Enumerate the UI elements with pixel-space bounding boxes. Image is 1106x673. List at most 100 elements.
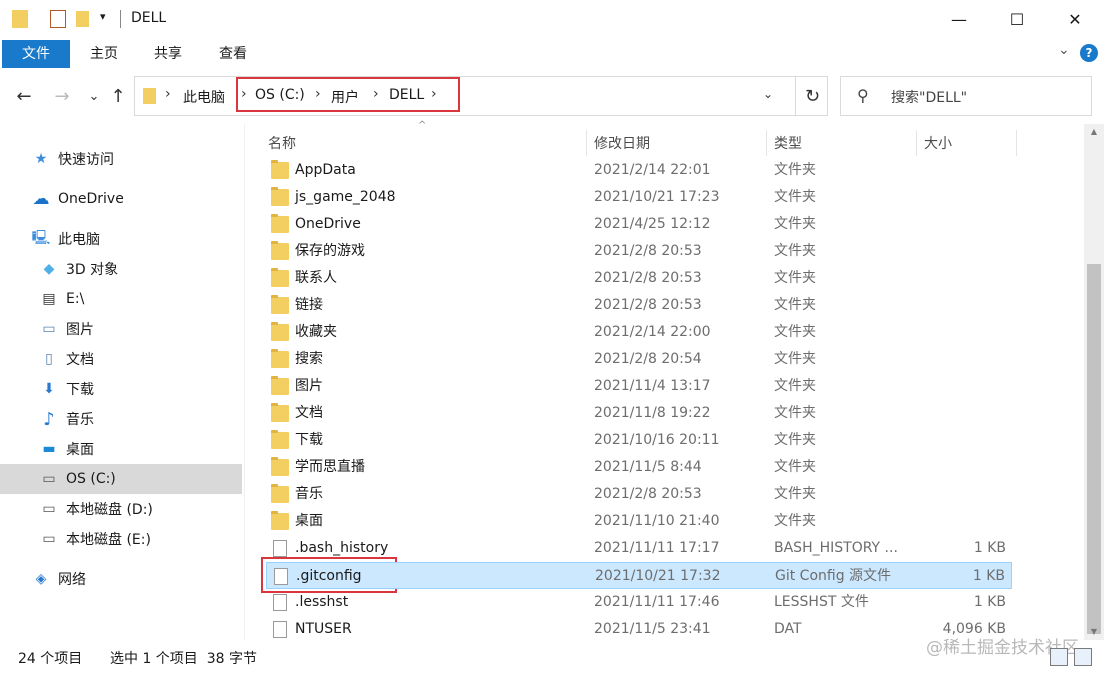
back-button[interactable]: ← [10,82,38,110]
file-size: 1 KB [972,568,1005,584]
sidebar-item-os-c[interactable]: ▭ OS (C:) [0,464,242,494]
scrollbar-thumb[interactable] [1087,264,1101,634]
sidebar-item-label: OS (C:) [66,471,116,487]
folder-icon [271,241,289,260]
cube-icon: ◆ [43,261,55,277]
table-row[interactable]: .gitconfig 2021/10/21 17:32 Git Config 源文件… [266,562,1012,589]
table-row[interactable]: 桌面 2021/11/10 21:40 文件夹 [266,508,1012,535]
file-type: 文件夹 [774,486,816,502]
tab-share[interactable]: 共享 [148,40,188,68]
sidebar-item-label: 图片 [66,322,94,338]
details-view-icon[interactable] [1050,648,1068,666]
table-row[interactable]: .bash_history 2021/11/11 17:17 BASH_HISTOR… [266,535,1012,562]
column-separator[interactable] [766,130,767,156]
sidebar-item-quick-access[interactable]: ★ 快速访问 [0,144,242,174]
column-header-type[interactable]: 类型 [774,128,914,160]
table-row[interactable]: 学而思直播 2021/11/5 8:44 文件夹 [266,454,1012,481]
sidebar-item-downloads[interactable]: ⬇ 下载 [0,374,242,404]
table-row[interactable]: 搜索 2021/2/8 20:54 文件夹 [266,346,1012,373]
tab-home[interactable]: 主页 [84,40,124,68]
search-input[interactable]: ⚲ 搜索"DELL" [840,76,1092,116]
close-button[interactable]: ✕ [1046,0,1104,38]
sidebar-item-drive-d[interactable]: ▭ 本地磁盘 (D:) [0,494,242,524]
minimize-button[interactable]: — [930,0,988,38]
file-type: 文件夹 [774,378,816,394]
properties-icon[interactable] [50,10,66,28]
table-row[interactable]: 音乐 2021/2/8 20:53 文件夹 [266,481,1012,508]
table-row[interactable]: AppData 2021/2/14 22:01 文件夹 [266,157,1012,184]
address-dropdown-icon[interactable]: ⌄ [763,87,773,101]
file-date: 2021/11/5 23:41 [594,621,711,637]
table-row[interactable]: 收藏夹 2021/2/14 22:00 文件夹 [266,319,1012,346]
sidebar-item-music[interactable]: ♪ 音乐 [0,404,242,434]
sidebar-item-network[interactable]: ◈ 网络 [0,564,242,594]
documents-icon: ▯ [45,351,53,367]
file-type: BASH_HISTORY ... [774,540,898,556]
up-button[interactable]: ↑ [104,82,132,110]
breadcrumb-this-pc[interactable]: 此电脑 [183,87,225,107]
column-separator[interactable] [916,130,917,156]
sidebar-item-documents[interactable]: ▯ 文档 [0,344,242,374]
file-size: 1 KB [973,540,1006,556]
table-row[interactable]: .lesshst 2021/11/11 17:46 LESSHST 文件 1 KB [266,589,1012,616]
column-header-name[interactable]: 名称 [268,128,586,160]
table-row[interactable]: 保存的游戏 2021/2/8 20:53 文件夹 [266,238,1012,265]
file-date: 2021/11/10 21:40 [594,513,720,529]
column-header-size[interactable]: 大小 [924,128,1014,160]
scroll-down-arrow[interactable]: ▼ [1084,624,1104,640]
drive-e-icon: ▤ [42,291,56,307]
large-icons-view-icon[interactable] [1074,648,1092,666]
sidebar-item-pictures[interactable]: ▭ 图片 [0,314,242,344]
music-icon: ♪ [43,408,55,430]
column-header-date[interactable]: 修改日期 [594,128,764,160]
file-type: Git Config 源文件 [775,568,892,584]
drive-c-icon: ▭ [42,471,56,487]
sidebar-item-drive-e[interactable]: ▭ 本地磁盘 (E:) [0,524,242,554]
column-separator[interactable] [586,130,587,156]
folder-icon [271,214,289,233]
sidebar-item-label: 本地磁盘 (D:) [66,502,153,518]
breadcrumb-separator[interactable]: › [165,86,171,102]
file-name: 音乐 [295,486,323,502]
vertical-scrollbar[interactable]: ▲ ▼ [1084,124,1104,640]
forward-button[interactable]: → [48,82,76,110]
sidebar-item-onedrive[interactable]: ☁ OneDrive [0,184,242,214]
new-folder-icon[interactable] [76,11,89,27]
tab-file[interactable]: 文件 [2,40,70,68]
ribbon-expand-icon[interactable]: ⌄ [1058,42,1070,58]
sidebar-item-label: 快速访问 [58,152,114,168]
sidebar-item-label: 下载 [66,382,94,398]
table-row[interactable]: 下载 2021/10/16 20:11 文件夹 [266,427,1012,454]
folder-icon [271,403,289,422]
tab-view[interactable]: 查看 [213,40,253,68]
sidebar-item-desktop[interactable]: ▬ 桌面 [0,434,242,464]
table-row[interactable]: NTUSER 2021/11/5 23:41 DAT 4,096 KB [266,616,1012,643]
file-name: OneDrive [295,216,361,232]
table-row[interactable]: 联系人 2021/2/8 20:53 文件夹 [266,265,1012,292]
quick-access-dropdown[interactable]: ▾ [100,10,106,32]
table-row[interactable]: 文档 2021/11/8 19:22 文件夹 [266,400,1012,427]
folder-icon [271,295,289,314]
file-date: 2021/11/8 19:22 [594,405,711,421]
folder-icon [271,160,289,179]
help-icon[interactable]: ? [1080,44,1098,62]
file-size: 1 KB [973,594,1006,610]
folder-icon [271,430,289,449]
sidebar-item-3d-objects[interactable]: ◆ 3D 对象 [0,254,242,284]
file-date: 2021/10/16 20:11 [594,432,720,448]
folder-icon [271,457,289,476]
sidebar-item-drive-e-media[interactable]: ▤ E:\ [0,284,242,314]
file-name: .lesshst [295,594,349,610]
table-row[interactable]: OneDrive 2021/4/25 12:12 文件夹 [266,211,1012,238]
file-date: 2021/11/4 13:17 [594,378,711,394]
table-row[interactable]: js_game_2048 2021/10/21 17:23 文件夹 [266,184,1012,211]
table-row[interactable]: 图片 2021/11/4 13:17 文件夹 [266,373,1012,400]
refresh-button[interactable]: ↻ [795,77,829,115]
maximize-button[interactable]: ☐ [988,0,1046,38]
table-row[interactable]: 链接 2021/2/8 20:53 文件夹 [266,292,1012,319]
scroll-up-arrow[interactable]: ▲ [1084,124,1104,140]
sidebar-item-this-pc[interactable]: 🖳 此电脑 [0,224,242,254]
file-date: 2021/2/8 20:53 [594,486,702,502]
address-row: ← → ⌄ ↑ › 此电脑 › OS (C:) › 用户 › DELL › ⌄ … [0,68,1106,124]
column-separator[interactable] [1016,130,1017,156]
